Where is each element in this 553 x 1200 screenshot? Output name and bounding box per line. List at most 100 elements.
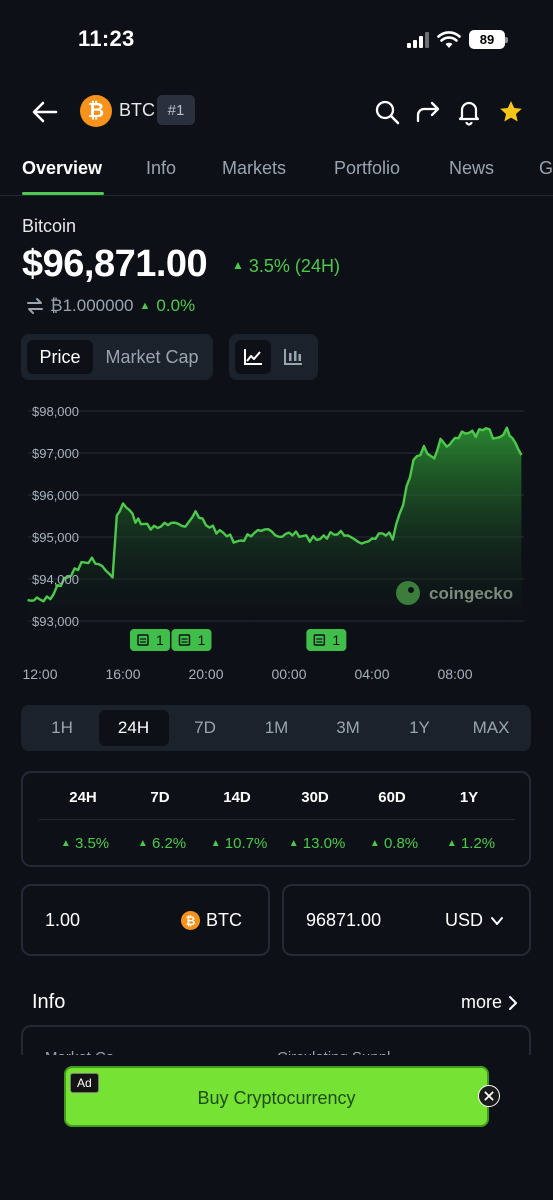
price-chart[interactable]: $98,000 $97,000 $96,000 $95,000 $94,000 $93,0… (0, 395, 553, 695)
tab-markets[interactable]: Markets (222, 158, 286, 179)
chevron-right-icon (509, 995, 518, 1010)
news-marker[interactable]: 1 (171, 629, 212, 651)
period-1h[interactable]: 1H (27, 710, 97, 746)
x-tick-label: 16:00 (105, 666, 140, 682)
coin-header: ₿ BTC #1 (0, 90, 553, 134)
back-arrow-icon[interactable] (30, 98, 60, 126)
x-tick-label: 12:00 (22, 666, 57, 682)
stats-header-24h: 24H (69, 789, 97, 806)
status-indicators: 89 (407, 30, 508, 49)
period-3m[interactable]: 3M (313, 710, 383, 746)
news-marker[interactable]: 1 (306, 629, 347, 651)
wifi-icon (437, 30, 461, 48)
period-1m[interactable]: 1M (242, 710, 312, 746)
active-tab-indicator (22, 192, 104, 195)
up-triangle-icon: ▲ (232, 258, 244, 272)
line-chart-icon (244, 349, 262, 365)
more-link[interactable]: more (461, 992, 518, 1013)
stats-header-60d: 60D (378, 789, 406, 806)
stats-value-30d: ▲ 13.0% (288, 835, 346, 852)
stats-value-60d: ▲ 0.8% (369, 835, 419, 852)
y-tick-label: $94,000 (32, 572, 79, 587)
star-icon[interactable] (497, 98, 525, 126)
watermark: coingecko (396, 581, 513, 605)
x-tick-label: 04:00 (354, 666, 389, 682)
up-triangle-icon: ▲ (139, 300, 151, 312)
price-change-value: 3.5% (24H) (248, 256, 340, 276)
news-count: 1 (197, 632, 205, 648)
tab-info[interactable]: Info (146, 158, 176, 179)
close-icon[interactable] (478, 1085, 500, 1107)
candlestick-chart-button[interactable] (275, 340, 311, 374)
stats-value-1y: ▲ 1.2% (446, 835, 496, 852)
bell-icon[interactable] (455, 98, 483, 126)
converter-from-label: BTC (206, 910, 242, 930)
stats-header-14d: 14D (223, 789, 251, 806)
period-1y[interactable]: 1Y (385, 710, 455, 746)
y-tick-label: $93,000 (32, 614, 79, 629)
converter-to[interactable]: 96871.00 USD (282, 884, 531, 956)
converter-result: 96871.00 (306, 910, 382, 930)
up-triangle-icon: ▲ (210, 838, 221, 849)
period-max[interactable]: MAX (456, 710, 526, 746)
coin-name: Bitcoin (22, 216, 77, 236)
x-tick-label: 00:00 (271, 666, 306, 682)
tab-portfolio[interactable]: Portfolio (334, 158, 400, 179)
news-count: 1 (156, 632, 164, 648)
price-change-24h: ▲ 3.5% (24H) (232, 256, 340, 277)
stats-value-7d: ▲ 6.2% (137, 835, 187, 852)
market-cap-toggle[interactable]: Market Cap (97, 340, 207, 374)
period-selector: 1H 24H 7D 1M 3M 1Y MAX (21, 705, 531, 751)
status-time: 11:23 (78, 26, 135, 51)
candlestick-icon (284, 349, 302, 365)
line-chart-button[interactable] (235, 340, 271, 374)
swap-icon (27, 298, 43, 314)
rank-badge: #1 (157, 95, 195, 125)
bitcoin-logo-icon: ₿ (80, 95, 112, 127)
stats-header-7d: 7D (150, 789, 170, 806)
y-tick-label: $95,000 (32, 530, 79, 545)
period-7d[interactable]: 7D (170, 710, 240, 746)
currency-dropdown[interactable]: USD (445, 910, 505, 931)
y-tick-label: $98,000 (32, 404, 79, 419)
up-triangle-icon: ▲ (288, 838, 299, 849)
share-icon[interactable] (414, 98, 442, 126)
performance-stats: 24H ▲ 3.5% 7D ▲ 6.2% 14D ▲ 10.7% 30D ▲ 13.0% 60D… (21, 771, 531, 867)
search-icon[interactable] (373, 98, 401, 126)
ad-banner[interactable]: Ad Buy Cryptocurrency (64, 1066, 489, 1127)
price-toggle[interactable]: Price (27, 340, 93, 374)
current-price: $96,871.00 (22, 243, 208, 285)
watermark-text: coingecko (429, 584, 513, 603)
up-triangle-icon: ▲ (446, 838, 457, 849)
cellular-signal-icon (407, 31, 429, 48)
tab-news[interactable]: News (449, 158, 494, 179)
coin-symbol: BTC (119, 100, 155, 120)
up-triangle-icon: ▲ (137, 838, 148, 849)
section-tabs: Overview Info Markets Portfolio News G (0, 156, 553, 196)
tab-more-cut[interactable]: G (539, 158, 553, 179)
stats-divider (39, 819, 515, 820)
stats-value-14d: ▲ 10.7% (210, 835, 268, 852)
converter-from-currency: ₿ BTC (181, 910, 242, 931)
stats-header-30d: 30D (301, 789, 329, 806)
more-label: more (461, 992, 503, 1012)
y-tick-label: $96,000 (32, 488, 79, 503)
stats-header-1y: 1Y (459, 789, 479, 806)
btc-price-row: ₿1.000000 ▲ 0.0% (26, 296, 195, 316)
x-tick-label: 20:00 (188, 666, 223, 682)
period-24h[interactable]: 24H (98, 710, 169, 746)
converter-amount[interactable]: 1.00 (45, 910, 80, 931)
bitcoin-logo-icon: ₿ (181, 911, 200, 930)
tab-overview[interactable]: Overview (22, 158, 102, 179)
converter-from[interactable]: 1.00 ₿ BTC (21, 884, 270, 956)
coingecko-logo-icon (396, 581, 420, 605)
battery-icon: 89 (469, 30, 508, 49)
up-triangle-icon: ▲ (369, 838, 380, 849)
ad-text: Buy Cryptocurrency (197, 1088, 356, 1108)
news-count: 1 (332, 632, 340, 648)
btc-change: 0.0% (156, 296, 196, 315)
news-marker[interactable]: 1 (129, 629, 170, 651)
info-heading: Info (32, 991, 66, 1013)
btc-price: ₿1.000000 (50, 296, 134, 315)
stats-value-24h: ▲ 3.5% (60, 835, 110, 852)
